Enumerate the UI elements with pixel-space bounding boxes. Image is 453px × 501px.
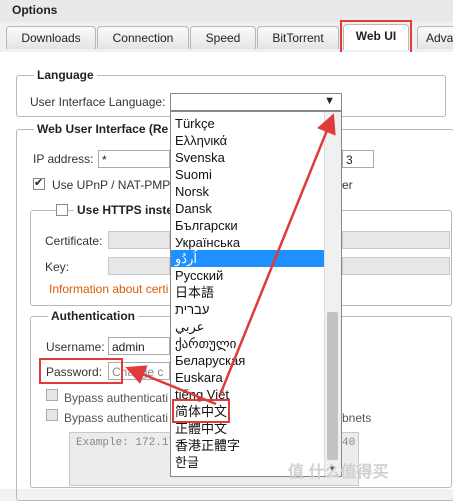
arrow-to-language bbox=[218, 113, 336, 396]
watermark-text: 值 什么值得买 bbox=[288, 464, 389, 481]
annotation-arrows bbox=[125, 113, 336, 406]
arrow-to-password bbox=[125, 365, 217, 406]
